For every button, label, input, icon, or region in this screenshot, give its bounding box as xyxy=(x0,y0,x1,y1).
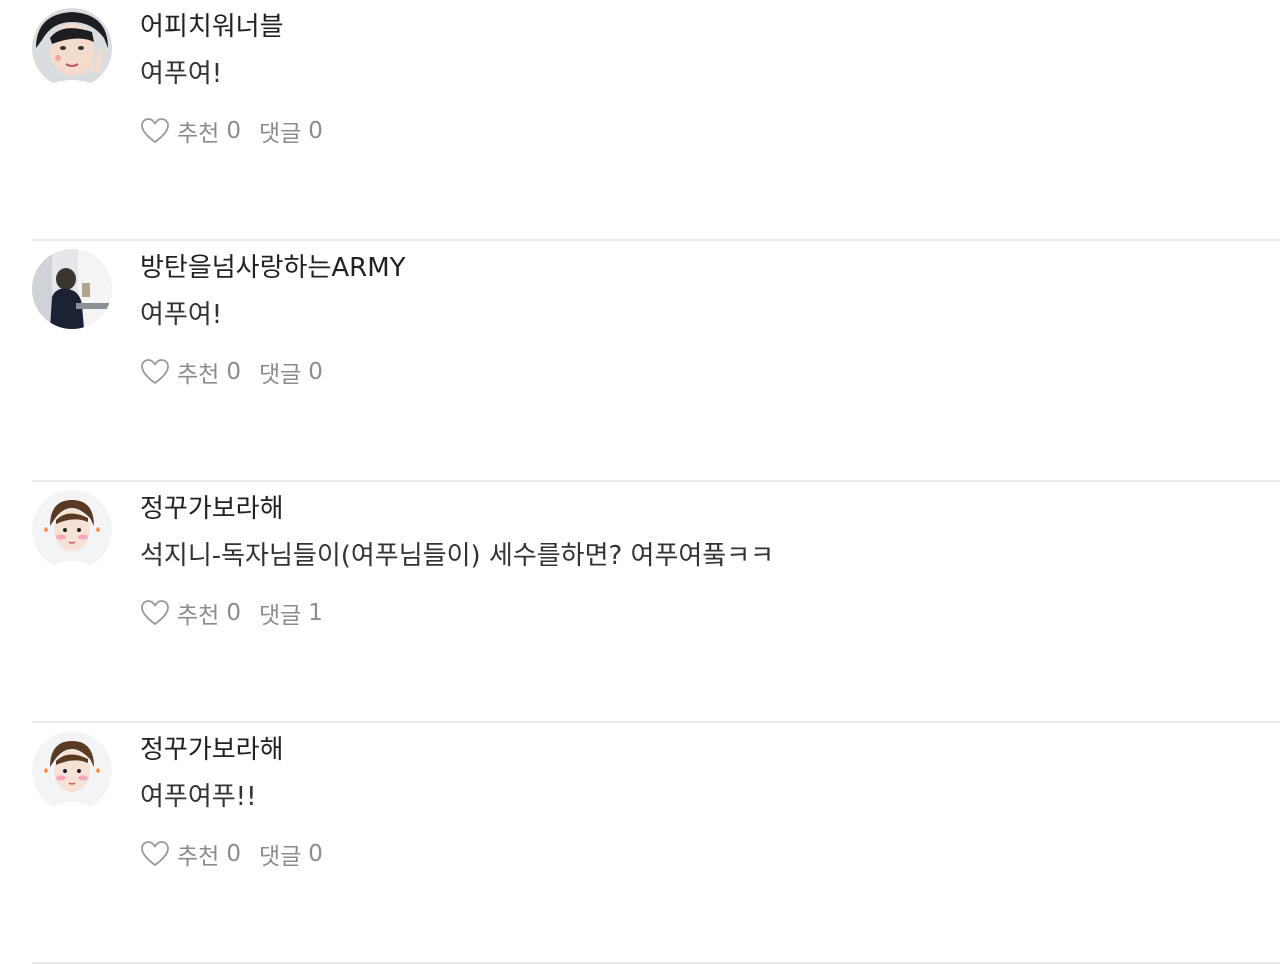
comment-item: 정꾸가보라해 석지니-독자님들이(여푸님들이) 세수를하면? 여푸여풐ㅋㅋ 추천… xyxy=(32,482,1280,723)
avatar[interactable] xyxy=(32,249,112,329)
heart-icon[interactable] xyxy=(140,598,170,628)
comment-text: 석지니-독자님들이(여푸님들이) 세수를하면? 여푸여풐ㅋㅋ xyxy=(140,541,775,571)
reply-button[interactable]: 댓글 xyxy=(259,596,301,630)
avatar-photo-icon xyxy=(32,490,112,570)
avatar-photo-icon xyxy=(32,249,112,329)
comment-list: 어피치워너블 여푸여! 추천 0 댓글 0 방탄을넘사랑하는ARMY 여푸여! … xyxy=(0,0,1280,964)
avatar-photo-icon xyxy=(32,731,112,811)
comment-item: 어피치워너블 여푸여! 추천 0 댓글 0 xyxy=(32,0,1280,241)
heart-icon[interactable] xyxy=(140,357,170,387)
comment-author[interactable]: 정꾸가보라해 xyxy=(140,488,1280,530)
like-button[interactable]: 추천 xyxy=(177,355,219,389)
comment-text: 여푸여푸!! xyxy=(140,782,257,812)
like-count: 0 xyxy=(226,359,241,385)
like-button[interactable]: 추천 xyxy=(177,596,219,630)
reply-count: 0 xyxy=(308,841,323,867)
like-button[interactable]: 추천 xyxy=(177,837,219,871)
reply-count: 1 xyxy=(308,600,323,626)
comment-meta: 추천 0 댓글 0 xyxy=(140,114,1280,148)
heart-icon[interactable] xyxy=(140,839,170,869)
comment-author[interactable]: 방탄을넘사랑하는ARMY xyxy=(140,247,1280,289)
reply-count: 0 xyxy=(308,118,323,144)
avatar-photo-icon xyxy=(32,8,112,88)
like-count: 0 xyxy=(226,600,241,626)
avatar[interactable] xyxy=(32,8,112,88)
comment-meta: 추천 0 댓글 0 xyxy=(140,837,1280,871)
like-count: 0 xyxy=(226,841,241,867)
reply-button[interactable]: 댓글 xyxy=(259,837,301,871)
heart-icon[interactable] xyxy=(140,116,170,146)
comment-author[interactable]: 어피치워너블 xyxy=(140,6,1280,48)
comment-author[interactable]: 정꾸가보라해 xyxy=(140,729,1280,771)
like-count: 0 xyxy=(226,118,241,144)
comment-text: 여푸여! xyxy=(140,300,223,330)
comment-meta: 추천 0 댓글 0 xyxy=(140,355,1280,389)
reply-button[interactable]: 댓글 xyxy=(259,355,301,389)
comment-item: 방탄을넘사랑하는ARMY 여푸여! 추천 0 댓글 0 xyxy=(32,241,1280,482)
comment-text: 여푸여! xyxy=(140,59,223,89)
reply-count: 0 xyxy=(308,359,323,385)
comment-meta: 추천 0 댓글 1 xyxy=(140,596,1280,630)
like-button[interactable]: 추천 xyxy=(177,114,219,148)
avatar[interactable] xyxy=(32,490,112,570)
comment-item: 정꾸가보라해 여푸여푸!! 추천 0 댓글 0 xyxy=(32,723,1280,964)
reply-button[interactable]: 댓글 xyxy=(259,114,301,148)
avatar[interactable] xyxy=(32,731,112,811)
